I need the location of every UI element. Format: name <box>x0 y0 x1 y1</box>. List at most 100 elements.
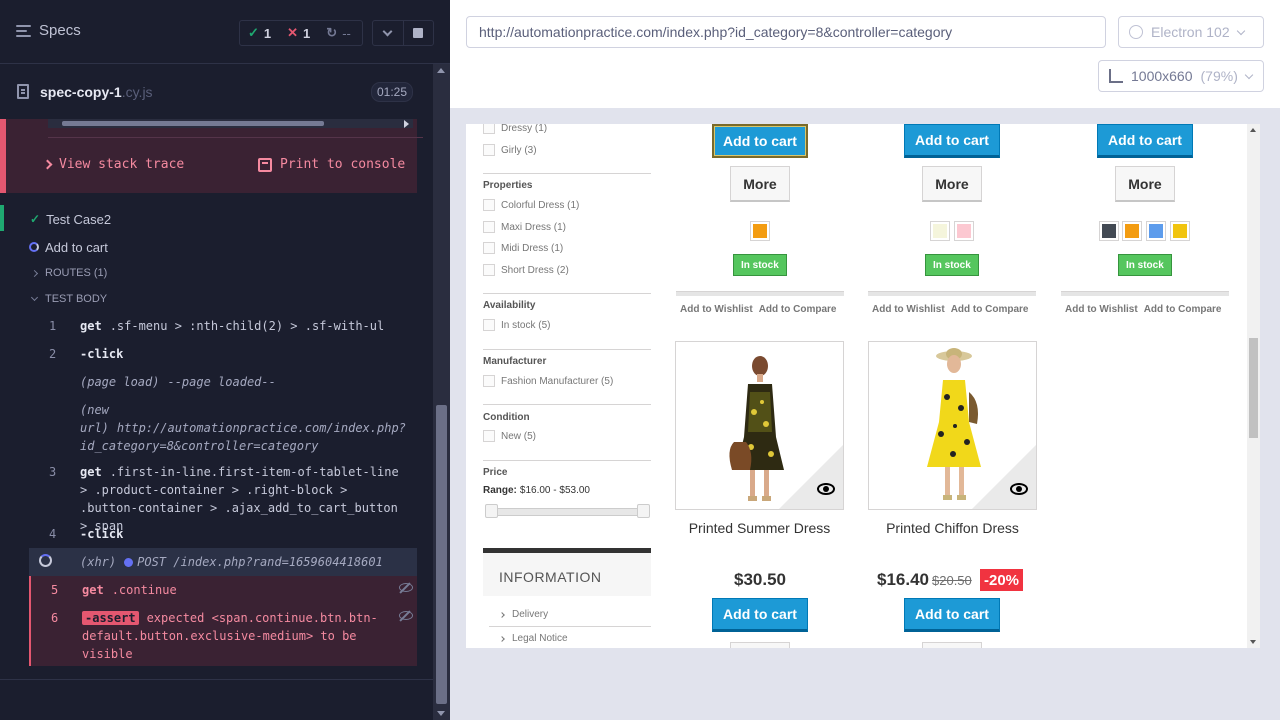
command-row[interactable]: 2 -click <box>29 340 417 368</box>
command-row-failed[interactable]: 6 -assert expected <span.continue.btn.btn… <box>29 604 417 666</box>
color-swatch[interactable] <box>1170 221 1190 241</box>
view-stack-trace-button[interactable]: View stack trace <box>42 157 184 172</box>
command-row-failed[interactable]: 5 get .continue <box>29 576 417 604</box>
test-item-add-to-cart[interactable]: Add to cart <box>0 236 433 258</box>
scrollbar-thumb[interactable] <box>1249 338 1258 438</box>
routes-toggle[interactable]: ROUTES (1) <box>30 267 108 279</box>
filter-girly[interactable]: Girly (3) <box>483 144 537 156</box>
add-to-wishlist-link[interactable]: Add to Wishlist <box>680 304 753 315</box>
filter-in-stock[interactable]: In stock (5) <box>483 319 550 331</box>
electron-icon <box>1129 25 1143 39</box>
cross-icon: ✕ <box>287 25 299 40</box>
command-row[interactable]: (new url) http://automationpractice.com/i… <box>29 396 417 458</box>
product-name-link[interactable]: Printed Chiffon Dress <box>868 520 1037 536</box>
filter-dressy[interactable]: Dressy (1) <box>483 124 547 134</box>
running-icon <box>29 242 39 252</box>
product-image[interactable] <box>675 341 844 510</box>
filter-midi-dress[interactable]: Midi Dress (1) <box>483 242 563 254</box>
command-row[interactable]: 4 -click <box>29 520 417 548</box>
add-to-cart-button[interactable]: Add to cart <box>904 124 1000 158</box>
checkbox[interactable] <box>483 199 495 211</box>
stop-icon <box>413 28 424 38</box>
add-to-compare-link[interactable]: Add to Compare <box>951 304 1029 315</box>
checkbox[interactable] <box>483 221 495 233</box>
filter-colorful-dress[interactable]: Colorful Dress (1) <box>483 199 579 211</box>
product-price: $16.40 <box>877 570 929 589</box>
reporter-footer <box>0 679 433 680</box>
code-frame-scrollbar[interactable] <box>48 119 413 128</box>
specs-toggle-button[interactable]: Specs <box>16 22 81 39</box>
chevron-down-icon <box>1236 26 1245 35</box>
checkbox[interactable] <box>483 264 495 276</box>
command-row[interactable]: (page load) --page loaded-- <box>29 368 417 396</box>
checkbox[interactable] <box>483 375 495 387</box>
filter-label: New (5) <box>501 430 537 442</box>
color-swatch[interactable] <box>954 221 974 241</box>
more-button[interactable]: More <box>922 166 982 202</box>
color-swatch[interactable] <box>1146 221 1166 241</box>
range-label: Range: <box>483 485 517 496</box>
command-number: 2 <box>49 347 57 361</box>
passed-count: 1 <box>263 25 272 41</box>
color-swatch[interactable] <box>930 221 950 241</box>
filter-new[interactable]: New (5) <box>483 430 536 442</box>
add-to-cart-button[interactable]: Add to cart <box>712 598 808 632</box>
add-to-compare-link[interactable]: Add to Compare <box>759 304 837 315</box>
filter-fashion-manufacturer[interactable]: Fashion Manufacturer (5) <box>483 375 613 387</box>
test-body-toggle[interactable]: TEST BODY <box>30 293 108 305</box>
price-slider-max-handle[interactable] <box>637 504 650 518</box>
command-row[interactable]: 3 get .first-in-line.first-item-of-tablet… <box>29 458 417 533</box>
add-to-compare-link[interactable]: Add to Compare <box>1144 304 1222 315</box>
old-price: $20.50 <box>932 573 972 588</box>
expand-dropdown-button[interactable] <box>373 21 403 45</box>
command-message: --page loaded-- <box>167 375 276 389</box>
checkbox[interactable] <box>483 144 495 156</box>
info-link-legal-notice[interactable]: Legal Notice <box>499 633 568 644</box>
checkbox[interactable] <box>483 242 495 254</box>
check-icon: ✓ <box>248 25 259 40</box>
print-to-console-button[interactable]: Print to console <box>258 157 405 172</box>
url-bar[interactable]: http://automationpractice.com/index.php?… <box>466 16 1106 48</box>
arrow-down-icon <box>437 711 445 716</box>
more-button[interactable]: More <box>730 166 790 202</box>
specs-label: Specs <box>39 22 81 39</box>
add-to-cart-button[interactable]: Add to cart <box>712 124 808 158</box>
color-swatch[interactable] <box>1099 221 1119 241</box>
quick-view-eye-icon[interactable] <box>1010 483 1028 495</box>
routes-label: ROUTES (1) <box>45 267 108 279</box>
product-name-link[interactable]: Printed Summer Dress <box>675 520 844 536</box>
test-item-test-case2[interactable]: ✓ Test Case2 <box>0 208 433 230</box>
price-slider-min-handle[interactable] <box>485 504 498 518</box>
command-name: get <box>82 583 104 597</box>
spec-file-name[interactable]: spec-copy-1.cy.js <box>40 84 153 100</box>
scrollbar-thumb[interactable] <box>436 405 447 704</box>
checkbox[interactable] <box>483 319 495 331</box>
info-link-delivery[interactable]: Delivery <box>499 609 548 620</box>
quick-view-eye-icon[interactable] <box>817 483 835 495</box>
color-swatch[interactable] <box>1122 221 1142 241</box>
add-to-cart-button[interactable]: Add to cart <box>1097 124 1193 158</box>
spec-extension: .cy.js <box>121 84 153 100</box>
command-row[interactable]: 1 get .sf-menu > :nth-child(2) > .sf-with… <box>29 312 417 340</box>
add-to-wishlist-link[interactable]: Add to Wishlist <box>872 304 945 315</box>
aut-scrollbar[interactable] <box>1247 124 1260 648</box>
add-to-cart-button[interactable]: Add to cart <box>904 598 1000 632</box>
product-image[interactable] <box>868 341 1037 510</box>
command-row-pending[interactable]: (xhr) POST /index.php?rand=1659604418601 <box>29 548 417 576</box>
filter-maxi-dress[interactable]: Maxi Dress (1) <box>483 221 566 233</box>
stop-button[interactable] <box>402 21 434 45</box>
checkbox[interactable] <box>483 430 495 442</box>
more-button[interactable] <box>730 642 790 648</box>
command-name: (xhr) <box>80 555 117 569</box>
reporter-scrollbar[interactable] <box>433 64 450 720</box>
color-swatch[interactable] <box>750 221 770 241</box>
more-button[interactable] <box>922 642 982 648</box>
filter-short-dress[interactable]: Short Dress (2) <box>483 264 569 276</box>
viewport-selector[interactable]: 1000x660 (79%) <box>1098 60 1264 92</box>
checkbox[interactable] <box>483 124 495 134</box>
price-slider-track[interactable] <box>485 508 648 516</box>
browser-selector[interactable]: Electron 102 <box>1118 16 1264 48</box>
more-button[interactable]: More <box>1115 166 1175 202</box>
add-to-wishlist-link[interactable]: Add to Wishlist <box>1065 304 1138 315</box>
test-body-label: TEST BODY <box>45 293 108 305</box>
